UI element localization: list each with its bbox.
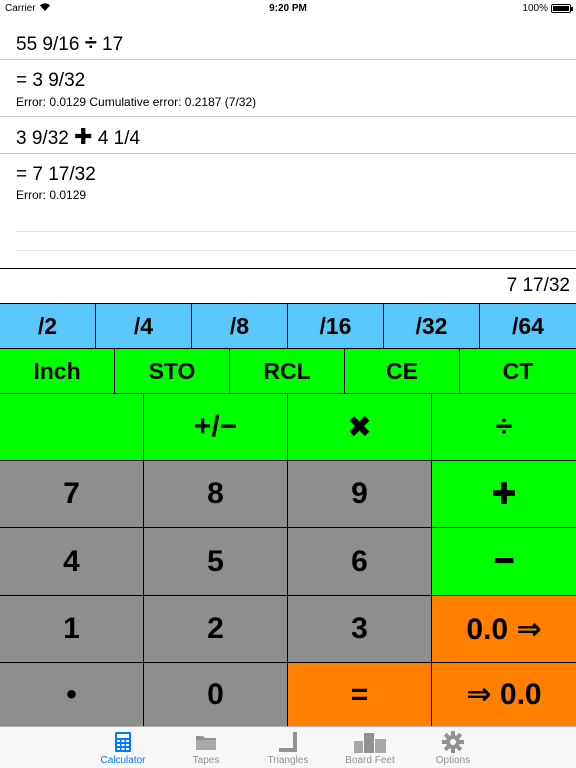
tape-entry: 3 9/32 ✚ 4 1/4: [0, 117, 576, 154]
digit-4-button[interactable]: 4: [0, 528, 144, 596]
digit-0-button[interactable]: 0: [144, 663, 288, 726]
digit-3-button[interactable]: 3: [288, 596, 432, 663]
digit-5-button[interactable]: 5: [144, 528, 288, 596]
tape-entry: = 3 9/32 Error: 0.0129 Cumulative error:…: [0, 60, 576, 117]
fraction-8-button[interactable]: /8: [192, 304, 288, 349]
tape-operand: 17: [102, 34, 124, 55]
calculation-tape[interactable]: 55 9/16 ÷ 17 = 3 9/32 Error: 0.0129 Cumu…: [0, 18, 576, 268]
store-button[interactable]: STO: [115, 349, 230, 394]
tape-entry: 55 9/16 ÷ 17: [0, 18, 576, 60]
inch-button[interactable]: Inch: [0, 349, 115, 394]
negate-button[interactable]: +/−: [144, 394, 288, 461]
triangle-ruler-icon: [277, 731, 299, 753]
to-decimal-button[interactable]: 0.0 ⇒: [432, 596, 576, 663]
multiply-button[interactable]: ✖: [288, 394, 432, 461]
digit-7-button[interactable]: 7: [0, 461, 144, 528]
result-display: 7 17/32: [0, 268, 576, 303]
decimal-point-button[interactable]: •: [0, 663, 144, 726]
from-decimal-button[interactable]: ⇒ 0.0: [432, 663, 576, 726]
digit-6-button[interactable]: 6: [288, 528, 432, 596]
fraction-2-button[interactable]: /2: [0, 304, 96, 349]
tape-error: Error: 0.0129: [16, 188, 87, 202]
display-value: 7 17/32: [506, 275, 570, 296]
plus-icon: ✚: [74, 124, 93, 149]
tab-label: Board Feet: [345, 755, 395, 766]
clear-tape-button[interactable]: CT: [460, 349, 576, 394]
fraction-32-button[interactable]: /32: [384, 304, 480, 349]
recall-button[interactable]: RCL: [230, 349, 345, 394]
folder-icon: [195, 731, 217, 753]
clear-entry-button[interactable]: CE: [345, 349, 460, 394]
tape-expression: 3 9/32 ✚ 4 1/4: [16, 124, 140, 150]
digit-8-button[interactable]: 8: [144, 461, 288, 528]
status-time: 9:20 PM: [269, 3, 307, 14]
tab-label: Options: [435, 755, 471, 766]
digit-9-button[interactable]: 9: [288, 461, 432, 528]
gear-icon: [442, 731, 464, 753]
divider: [16, 250, 576, 251]
equals-button[interactable]: =: [288, 663, 432, 726]
tape-result: = 7 17/32: [16, 164, 96, 185]
battery-percent: 100%: [522, 3, 548, 14]
subtract-button[interactable]: ━: [432, 528, 576, 596]
tape-result: = 3 9/32: [16, 70, 86, 91]
tape-operand: 4 1/4: [97, 128, 141, 149]
fraction-16-button[interactable]: /16: [288, 304, 384, 349]
tab-calculator[interactable]: Calculator: [83, 731, 163, 766]
digit-2-button[interactable]: 2: [144, 596, 288, 663]
digit-1-button[interactable]: 1: [0, 596, 144, 663]
divide-button[interactable]: ÷: [432, 394, 576, 461]
tape-error: Error: 0.0129 Cumulative error: 0.2187 (…: [16, 95, 257, 109]
tape-entry: = 7 17/32 Error: 0.0129: [0, 154, 576, 232]
tape-expression: 55 9/16 ÷ 17: [16, 30, 123, 56]
battery-icon: [551, 4, 573, 13]
fraction-4-button[interactable]: /4: [96, 304, 192, 349]
fraction-64-button[interactable]: /64: [480, 304, 576, 349]
divider: [16, 231, 576, 232]
status-bar: Carrier 9:20 PM 100%: [0, 0, 576, 18]
tab-board-feet[interactable]: Board Feet: [330, 731, 410, 766]
add-button[interactable]: ✚: [432, 461, 576, 528]
divide-icon: ÷: [84, 30, 97, 55]
calculator-icon: [112, 731, 134, 753]
tape-operand: 55 9/16: [16, 34, 80, 55]
blank-key[interactable]: [0, 394, 144, 461]
tape-operand: 3 9/32: [16, 128, 69, 149]
boards-icon: [350, 731, 390, 753]
tab-label: Tapes: [192, 755, 220, 766]
tab-tapes[interactable]: Tapes: [166, 731, 246, 766]
tab-label: Calculator: [100, 755, 146, 766]
tab-label: Triangles: [267, 755, 309, 766]
tab-bar: Calculator Tapes Triangles Board Feet Op…: [0, 726, 576, 768]
tab-options[interactable]: Options: [413, 731, 493, 766]
tab-triangles[interactable]: Triangles: [248, 731, 328, 766]
